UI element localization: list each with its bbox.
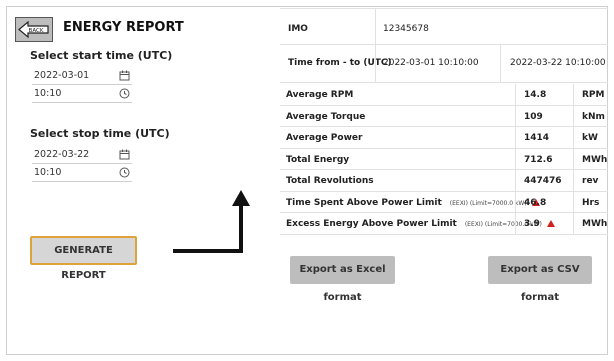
calendar-icon[interactable]	[119, 149, 130, 160]
metric-label-text: Average Power	[286, 133, 363, 143]
stop-time-label: Select stop time (UTC)	[30, 127, 170, 140]
metric-value: 46.8	[524, 197, 547, 208]
metric-unit: MWh	[582, 154, 608, 165]
clock-icon[interactable]	[119, 88, 130, 99]
divider	[515, 213, 516, 235]
divider	[375, 8, 376, 44]
metric-unit: Hrs	[582, 197, 600, 208]
metric-unit: MWh	[582, 219, 608, 229]
metric-value: 447476	[524, 176, 562, 186]
divider	[280, 8, 608, 9]
time-range-label: Time from - to (UTC)	[288, 58, 392, 68]
start-time-value: 10:10	[34, 88, 62, 99]
metric-label: Total Energy	[286, 155, 349, 165]
metric-value: 14.8	[524, 90, 547, 100]
start-date-field[interactable]: 2022-03-01	[32, 66, 132, 85]
clock-icon[interactable]	[119, 167, 130, 178]
table-row: Excess Energy Above Power Limit (EEXI) (L…	[280, 213, 608, 235]
metric-unit: kW	[582, 133, 598, 143]
table-row: Total Revolutions 447476 rev	[280, 170, 608, 192]
divider	[515, 127, 516, 149]
warning-icon	[546, 220, 555, 227]
divider	[573, 191, 574, 213]
metric-value: 109	[524, 111, 543, 122]
table-row: Average Power 1414 kW	[280, 127, 608, 149]
metric-label-text: Total Revolutions	[286, 176, 374, 186]
metric-unit: kNm	[582, 111, 605, 122]
metric-value: 1414	[524, 133, 550, 143]
divider	[280, 233, 608, 235]
table-row: Total Energy 712.6 MWh	[280, 148, 608, 170]
divider	[573, 170, 574, 192]
stop-date-field[interactable]: 2022-03-22	[32, 145, 132, 164]
arrow-icon	[173, 190, 250, 253]
metric-label-text: Time Spent Above Power Limit	[286, 197, 442, 208]
export-csv-button[interactable]: Export as CSV format	[488, 256, 592, 303]
metric-value: 712.6	[524, 154, 553, 165]
stop-time-value: 10:10	[34, 167, 62, 178]
divider	[515, 84, 516, 106]
metric-value: 3.9	[524, 219, 540, 229]
divider	[500, 44, 501, 82]
divider	[375, 44, 376, 82]
stop-date-value: 2022-03-22	[34, 149, 90, 160]
metric-label: Average Torque	[286, 112, 365, 122]
back-label: BACK	[29, 28, 44, 34]
metric-label: Average RPM	[286, 90, 353, 100]
time-from-value: 2022-03-01 10:10:00	[383, 58, 479, 68]
start-date-value: 2022-03-01	[34, 70, 90, 81]
table-row: Time Spent Above Power Limit (EEXI) (Limi…	[280, 191, 608, 213]
table-row: Average RPM 14.8 RPM	[280, 84, 608, 106]
divider	[515, 148, 516, 170]
metric-label: Average Power	[286, 133, 362, 143]
divider	[280, 44, 608, 45]
start-time-label: Select start time (UTC)	[30, 49, 173, 62]
imo-label: IMO	[288, 24, 308, 34]
metric-label-text: Total Energy	[286, 154, 350, 165]
divider	[573, 105, 574, 127]
start-time-field[interactable]: 10:10	[32, 84, 132, 103]
metric-unit: rev	[582, 176, 599, 186]
generate-report-button[interactable]: GENERATE REPORT	[30, 236, 137, 281]
metric-label: Time Spent Above Power Limit (EEXI) (Limi…	[286, 198, 540, 208]
metric-label-text: Excess Energy Above Power Limit	[286, 219, 457, 229]
stop-time-field[interactable]: 10:10	[32, 163, 132, 182]
metric-label: Total Revolutions	[286, 176, 374, 186]
page-title: ENERGY REPORT	[63, 20, 184, 35]
imo-value: 12345678	[383, 24, 429, 34]
table-row: Average Torque 109 kNm	[280, 105, 608, 127]
divider	[515, 191, 516, 213]
divider	[573, 148, 574, 170]
metric-label-text: Average RPM	[286, 90, 354, 100]
time-to-value: 2022-03-22 10:10:00	[510, 58, 606, 68]
export-excel-button[interactable]: Export as Excel format	[290, 256, 395, 303]
divider	[280, 82, 608, 83]
metric-label-text: Average Torque	[286, 111, 366, 122]
calendar-icon[interactable]	[119, 70, 130, 81]
divider	[573, 84, 574, 106]
divider	[573, 213, 574, 235]
divider	[515, 170, 516, 192]
metric-unit: RPM	[582, 90, 605, 100]
divider	[515, 105, 516, 127]
back-button[interactable]: BACK	[15, 17, 53, 42]
divider	[573, 127, 574, 149]
